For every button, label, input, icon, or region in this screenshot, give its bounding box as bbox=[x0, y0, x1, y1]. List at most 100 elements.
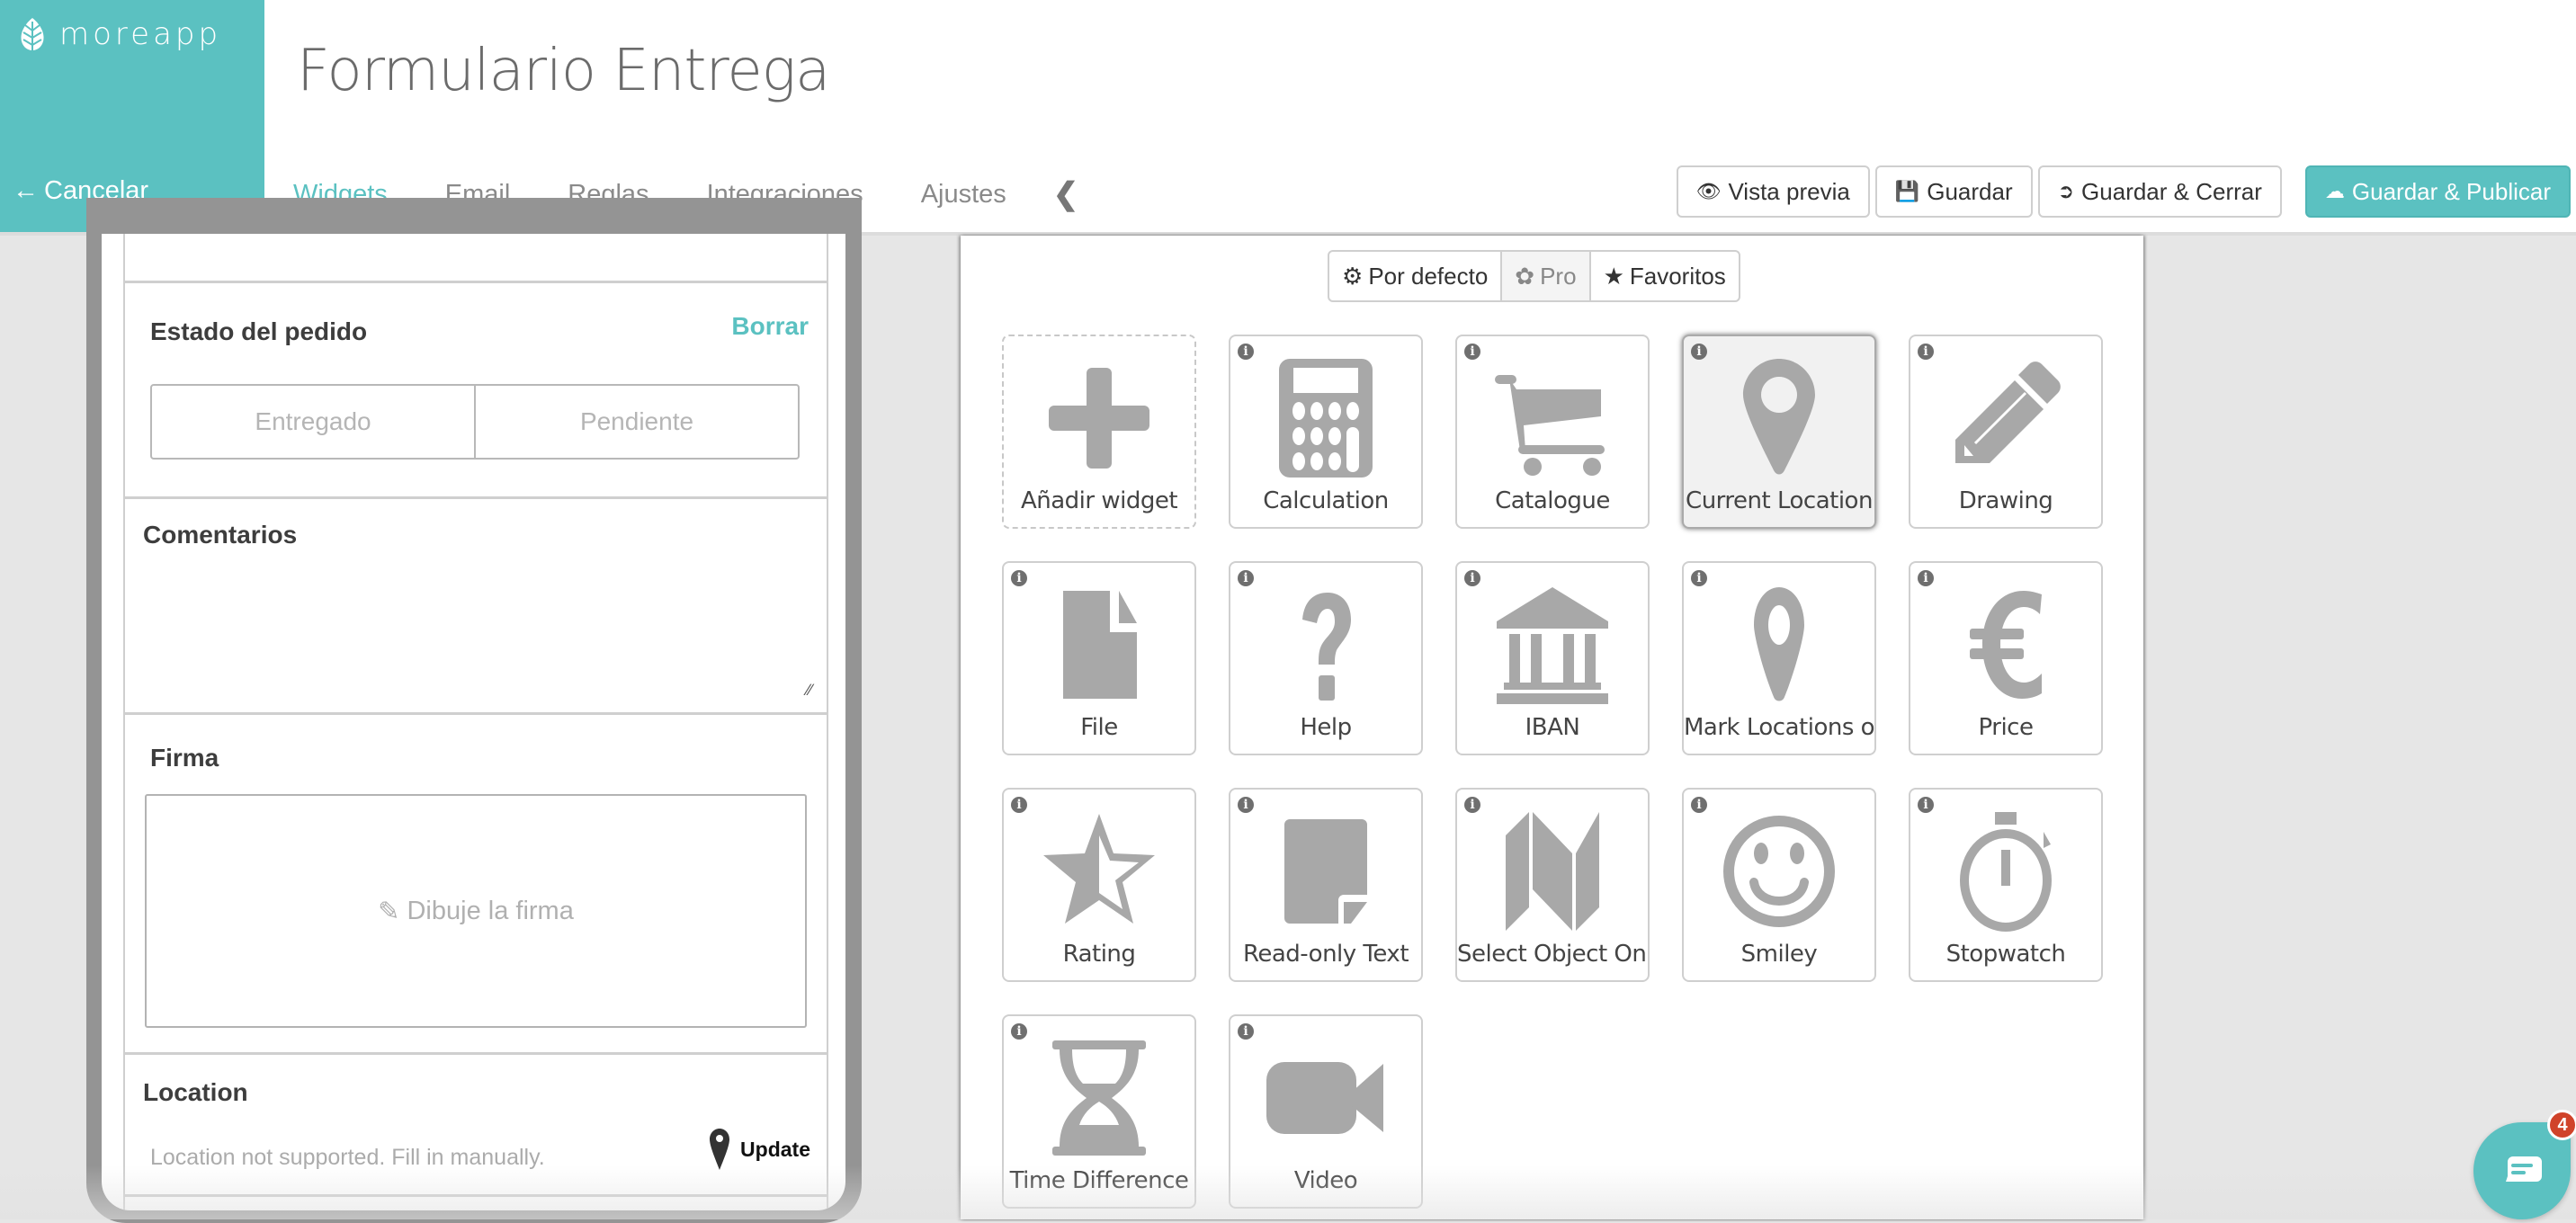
logo[interactable]: moreapp bbox=[18, 16, 221, 52]
widget-tile-rating[interactable]: i Rating bbox=[1002, 788, 1196, 982]
save-publish-label: Guardar & Publicar bbox=[2351, 177, 2551, 205]
filter-default[interactable]: ⚙ Por defecto bbox=[1329, 252, 1500, 300]
stopwatch-icon bbox=[1960, 812, 2052, 932]
widget-label: Drawing bbox=[1958, 487, 2053, 514]
widget-tile-catalogue[interactable]: i Catalogue bbox=[1455, 335, 1650, 529]
leaf-icon bbox=[21, 18, 44, 50]
widget-tile-drawing[interactable]: i Drawing bbox=[1909, 335, 2103, 529]
filter-pro[interactable]: ✿ Pro bbox=[1500, 252, 1589, 300]
video-camera-icon bbox=[1266, 1062, 1383, 1134]
preview-button[interactable]: 👁 Vista previa bbox=[1676, 165, 1870, 218]
save-close-button[interactable]: ➲ Guardar & Cerrar bbox=[2037, 165, 2282, 218]
preview-label: Vista previa bbox=[1728, 177, 1850, 205]
update-label: Update bbox=[740, 1137, 810, 1161]
leaf-icon: ✿ bbox=[1515, 262, 1535, 290]
comments-field: Comentarios ∕∕ bbox=[125, 499, 827, 715]
widget-tile-iban[interactable]: i IBAN bbox=[1455, 561, 1650, 755]
tab-ajustes[interactable]: Ajustes bbox=[892, 171, 1035, 230]
edit-icon: ✎ bbox=[378, 897, 400, 926]
location-message: Location not supported. Fill in manually… bbox=[150, 1145, 545, 1170]
chat-bubble-icon bbox=[2506, 1156, 2542, 1182]
widget-label: IBAN bbox=[1525, 714, 1580, 741]
notification-badge: 4 bbox=[2547, 1110, 2576, 1140]
hourglass-icon bbox=[1052, 1040, 1146, 1156]
page-title: Formulario Entrega bbox=[297, 38, 830, 104]
pencil-icon bbox=[1955, 362, 2061, 463]
smiley-icon bbox=[1723, 816, 1835, 927]
widget-label: Calculation bbox=[1263, 487, 1389, 514]
signature-field: Firma ✎ Dibuje la firma bbox=[125, 715, 827, 1055]
widget-tile-file[interactable]: i File bbox=[1002, 561, 1196, 755]
star-icon: ★ bbox=[1603, 262, 1624, 290]
widget-label: File bbox=[1080, 714, 1118, 741]
comments-label: Comentarios bbox=[143, 521, 298, 549]
signature-pad[interactable]: ✎ Dibuje la firma bbox=[145, 794, 807, 1028]
widget-label: Smiley bbox=[1740, 941, 1818, 968]
order-status-field: Estado del pedido Borrar Entregado Pendi… bbox=[125, 283, 827, 499]
location-field: Location Location not supported. Fill in… bbox=[125, 1055, 827, 1197]
widget-tile-select-object-on-map[interactable]: i Select Object On ... bbox=[1455, 788, 1650, 982]
widget-tile-stopwatch[interactable]: i Stopwatch bbox=[1909, 788, 2103, 982]
update-location-button[interactable]: Update bbox=[710, 1129, 810, 1170]
widget-label: Current Location bbox=[1686, 487, 1873, 514]
filter-favorites[interactable]: ★ Favoritos bbox=[1588, 252, 1739, 300]
widget-tile-calculation[interactable]: i Calculation bbox=[1229, 335, 1423, 529]
map-marker-icon bbox=[1754, 587, 1804, 701]
widget-tile-smiley[interactable]: i Smiley bbox=[1682, 788, 1876, 982]
option-pendiente[interactable]: Pendiente bbox=[474, 386, 798, 458]
save-close-label: Guardar & Cerrar bbox=[2081, 177, 2262, 205]
option-entregado[interactable]: Entregado bbox=[152, 386, 474, 458]
widget-tile-price[interactable]: i Price bbox=[1909, 561, 2103, 755]
map-marker-icon bbox=[710, 1129, 730, 1170]
widget-label: Rating bbox=[1062, 941, 1136, 968]
dashboard-icon: ⚙ bbox=[1342, 262, 1364, 290]
plus-icon bbox=[1049, 368, 1149, 469]
widget-palette: ⚙ Por defecto ✿ Pro ★ Favoritos Añadir w… bbox=[961, 236, 2143, 1219]
comments-textarea[interactable] bbox=[125, 553, 827, 712]
save-publish-button[interactable]: ☁ Guardar & Publicar bbox=[2304, 165, 2571, 218]
add-widget-tile[interactable]: Añadir widget bbox=[1002, 335, 1196, 529]
order-status-label: Estado del pedido bbox=[150, 317, 368, 345]
signature-label: Firma bbox=[150, 744, 219, 772]
resize-handle-icon[interactable]: ∕∕ bbox=[807, 681, 812, 700]
file-icon bbox=[1063, 591, 1137, 699]
widget-tile-help[interactable]: i Help bbox=[1229, 561, 1423, 755]
save-label: Guardar bbox=[1927, 177, 2013, 205]
logo-text: moreapp bbox=[59, 16, 222, 52]
widget-label: Help bbox=[1300, 714, 1352, 741]
widget-tile-current-location[interactable]: i Current Location bbox=[1682, 335, 1876, 529]
header-actions: 👁 Vista previa 💾 Guardar ➲ Guardar & Cer… bbox=[1676, 165, 2571, 218]
sign-out-icon: ➲ bbox=[2057, 180, 2075, 202]
bank-icon bbox=[1497, 587, 1608, 704]
cloud-upload-icon: ☁ bbox=[2324, 180, 2345, 202]
widget-label: Añadir widget bbox=[1020, 487, 1178, 514]
save-button[interactable]: 💾 Guardar bbox=[1874, 165, 2033, 218]
widget-tile-read-only-text[interactable]: i Read-only Text bbox=[1229, 788, 1423, 982]
calculator-icon bbox=[1279, 359, 1373, 478]
widget-tile-video[interactable]: i Video bbox=[1229, 1014, 1423, 1209]
order-status-options: Entregado Pendiente bbox=[150, 384, 800, 460]
euro-icon bbox=[1970, 591, 2042, 699]
widget-label: Select Object On ... bbox=[1457, 941, 1648, 968]
clear-button[interactable]: Borrar bbox=[731, 312, 809, 341]
chat-launcher[interactable]: 4 bbox=[2473, 1110, 2576, 1219]
map-icon bbox=[1506, 812, 1599, 931]
star-half-icon bbox=[1043, 814, 1155, 924]
widget-label: Catalogue bbox=[1495, 487, 1610, 514]
widget-tile-time-difference[interactable]: i Time Difference bbox=[1002, 1014, 1196, 1209]
filter-pro-label: Pro bbox=[1540, 262, 1577, 290]
eye-icon: 👁 bbox=[1695, 180, 1722, 202]
sticky-note-icon bbox=[1284, 819, 1367, 924]
chevron-left-icon[interactable]: ❮ bbox=[1035, 171, 1097, 212]
widget-filter-group: ⚙ Por defecto ✿ Pro ★ Favoritos bbox=[1328, 250, 1740, 302]
signature-placeholder: Dibuje la firma bbox=[407, 896, 574, 925]
filter-favorites-label: Favoritos bbox=[1629, 262, 1726, 290]
widget-label: Video bbox=[1293, 1167, 1358, 1194]
location-label: Location bbox=[143, 1078, 248, 1106]
widget-label: Read-only Text bbox=[1242, 941, 1409, 968]
form-section-previous bbox=[125, 234, 827, 283]
arrow-left-icon: ← bbox=[13, 176, 39, 205]
shopping-cart-icon bbox=[1495, 375, 1605, 476]
floppy-disk-icon: 💾 bbox=[1894, 180, 1920, 202]
widget-tile-mark-locations[interactable]: i Mark Locations o... bbox=[1682, 561, 1876, 755]
